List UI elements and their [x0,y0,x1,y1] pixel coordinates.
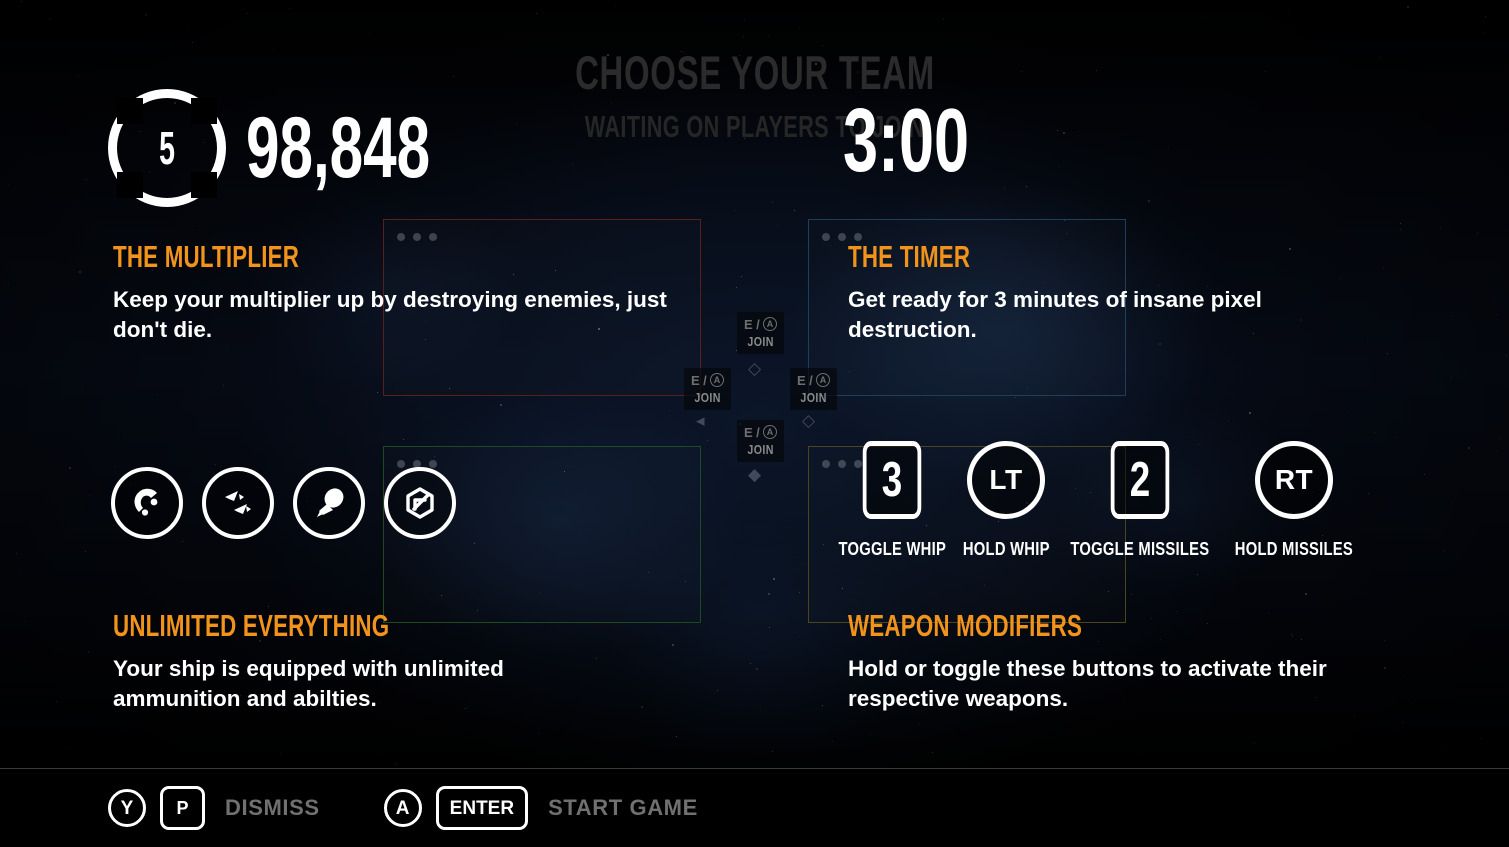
tip-weapons: WEAPON MODIFIERS Hold or toggle these bu… [848,610,1388,713]
join-prompt[interactable]: E / A JOIN [684,368,732,410]
join-prompt-label: JOIN [747,334,774,349]
tip-multiplier-heading: THE MULTIPLIER [113,239,300,274]
key-lt: LT [967,441,1045,519]
multiplier-hud: 5 98,848 [108,88,468,208]
tip-timer-heading: THE TIMER [848,239,971,274]
multiplier-ring-icon: 5 [108,89,226,207]
weapon-modifier-label: TOGGLE WHIP [838,538,946,559]
join-separator: / [703,372,708,388]
key-2: 2 [1110,441,1170,519]
join-prompt-label: JOIN [800,390,827,405]
weapon-modifier-hold-whip[interactable]: LT HOLD WHIP [961,441,1051,560]
keyboard-key-enter: ENTER [435,786,529,830]
binding-dismiss-label: DISMISS [225,795,320,820]
tip-timer-body: Get ready for 3 minutes of insane pixel … [848,287,1262,342]
dash-icon [384,467,456,539]
footer-bindings-bar: Y P DISMISS A ENTER START GAME [0,769,1509,847]
score-value: 98,848 [246,100,431,196]
magnet-icon [111,467,183,539]
join-prompt-keys: E / A [744,316,778,332]
join-keyboard-key: E [797,372,807,388]
join-prompt-label: JOIN [694,390,721,405]
tip-weapons-body: Hold or toggle these buttons to activate… [848,656,1327,711]
gamepad-a-icon: A [383,789,422,827]
key-3: 3 [862,441,922,519]
binding-start-game-label: START GAME [548,795,698,820]
countdown-timer: 3:00 [843,91,970,191]
join-prompt-keys: E / A [691,372,725,388]
weapon-modifier-hold-missiles[interactable]: RT HOLD MISSILES [1229,441,1359,560]
join-separator: / [809,372,814,388]
tip-timer: THE TIMER Get ready for 3 minutes of ins… [848,241,1318,344]
ability-icon-row [111,467,456,539]
missiles-icon [202,467,274,539]
join-separator: / [756,424,761,440]
gamepad-a-icon: A [763,317,778,331]
multiplier-value: 5 [159,122,175,174]
key-rt: RT [1255,441,1333,519]
join-prompt[interactable]: E / A JOIN [737,420,785,462]
join-prompt-label: JOIN [747,442,774,457]
join-prompt[interactable]: E / A JOIN [737,312,785,354]
gamepad-y-icon: Y [108,789,146,827]
join-keyboard-key: E [744,424,754,440]
tip-unlimited: UNLIMITED EVERYTHING Your ship is equipp… [113,610,633,713]
game-screen: 5 98,848 CHOOSE YOUR TEAM WAITING ON PLA… [0,0,1509,847]
tip-unlimited-heading: UNLIMITED EVERYTHING [113,608,390,643]
gamepad-a-icon: A [816,373,831,387]
join-keyboard-key: E [744,316,754,332]
keyboard-key-p: P [160,786,205,830]
join-keyboard-key: E [691,372,701,388]
slot-dots-icon [397,233,437,241]
join-prompt-keys: E / A [744,424,778,440]
join-separator: / [756,316,761,332]
binding-start-game[interactable]: A ENTER START GAME [383,786,698,830]
weapon-modifier-label: HOLD WHIP [962,538,1050,559]
weapon-modifier-toggle-whip[interactable]: 3 TOGGLE WHIP [838,441,946,560]
join-prompt[interactable]: E / A JOIN [790,368,838,410]
tip-multiplier: THE MULTIPLIER Keep your multiplier up b… [113,241,673,344]
tip-weapons-heading: WEAPON MODIFIERS [848,608,1083,643]
weapon-modifier-toggle-missiles[interactable]: 2 TOGGLE MISSILES [1071,441,1209,560]
weapon-modifier-row: 3 TOGGLE WHIP LT HOLD WHIP 2 TOGGLE MISS… [838,441,1359,560]
bomb-icon [293,467,365,539]
tip-multiplier-body: Keep your multiplier up by destroying en… [113,287,667,342]
tip-unlimited-body: Your ship is equipped with unlimited amm… [113,656,504,711]
gamepad-a-icon: A [763,425,778,439]
binding-dismiss[interactable]: Y P DISMISS [108,786,320,830]
weapon-modifier-label: HOLD MISSILES [1234,538,1354,559]
join-prompt-keys: E / A [797,372,831,388]
gamepad-a-icon: A [710,373,725,387]
weapon-modifier-label: TOGGLE MISSILES [1070,538,1210,559]
